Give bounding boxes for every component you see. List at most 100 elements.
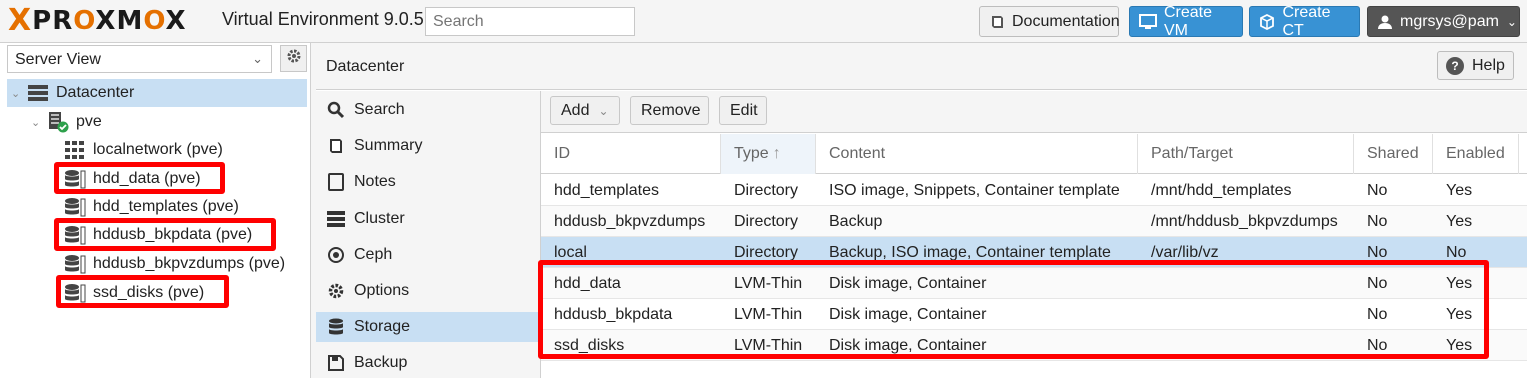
highlight-box	[54, 218, 276, 251]
create-ct-button[interactable]: Create CT	[1249, 3, 1360, 39]
column-header-enabled[interactable]: Enabled	[1433, 134, 1519, 174]
column-header-id[interactable]: ID	[541, 134, 721, 174]
column-header-content[interactable]: Content	[816, 134, 1138, 174]
top-bar: X PROXMOX Virtual Environment 9.0.5 Docu…	[0, 0, 1527, 43]
highlight-box	[56, 275, 229, 308]
tree-node-label: pve	[76, 113, 102, 130]
cell-type: Directory	[734, 212, 799, 230]
nav-item-ceph[interactable]: Ceph	[316, 240, 541, 270]
logo-wordmark: PROXMOX	[32, 6, 187, 36]
column-header-path[interactable]: Path/Target	[1138, 134, 1354, 174]
tree-node-label: hdd_templates (pve)	[93, 198, 239, 215]
view-select-value: Server View	[15, 51, 101, 68]
proxmox-logo[interactable]: X PROXMOX	[8, 3, 187, 38]
server-rack-icon	[27, 82, 49, 104]
product-title: Virtual Environment 9.0.5	[222, 9, 424, 29]
chevron-down-icon: ⌄	[252, 51, 263, 66]
tree-node-localnetwork[interactable]: localnetwork (pve)	[64, 136, 223, 164]
tree-node-hddusb-bkpvzdumps[interactable]: hddusb_bkpvzdumps (pve)	[64, 250, 285, 278]
highlight-box	[54, 162, 225, 194]
chevron-down-icon: ⌄	[598, 103, 609, 118]
search-input[interactable]	[425, 7, 635, 36]
resource-tree-panel: Server View ⌄ ⌄ Datacenter ⌄ pve localne…	[0, 43, 311, 378]
nav-item-label: Ceph	[354, 246, 393, 263]
cell-enabled: Yes	[1446, 181, 1473, 199]
user-menu-button[interactable]: mgrsys@pam ⌄	[1367, 6, 1520, 37]
collapse-icon[interactable]: ⌄	[11, 87, 23, 100]
nav-item-label: Storage	[354, 318, 411, 335]
monitor-icon	[1139, 13, 1157, 31]
nav-item-storage[interactable]: Storage	[316, 312, 541, 342]
tree-node-label: Datacenter	[56, 84, 135, 101]
nav-item-summary[interactable]: Summary	[316, 131, 541, 161]
nav-item-cluster[interactable]: Cluster	[316, 204, 541, 234]
datacenter-nav-menu: Search Summary Notes Cluster Ceph Option…	[316, 91, 541, 378]
content-header: Datacenter ? Help	[316, 43, 1527, 90]
cell-id: hdd_templates	[554, 181, 659, 199]
floppy-icon	[326, 353, 346, 373]
documentation-button[interactable]: Documentation	[979, 6, 1120, 37]
view-select[interactable]: Server View ⌄	[7, 45, 272, 73]
documentation-label: Documentation	[1012, 12, 1120, 30]
nav-item-search[interactable]: Search	[316, 95, 541, 125]
nav-item-label: Notes	[354, 173, 396, 190]
tree-node-label: localnetwork (pve)	[93, 141, 223, 158]
cell-shared: No	[1367, 212, 1388, 230]
tree-node-pve[interactable]: ⌄ pve	[31, 108, 102, 136]
page-title: Datacenter	[326, 58, 405, 75]
nav-item-label: Options	[354, 282, 410, 299]
help-label: Help	[1472, 56, 1505, 74]
table-row[interactable]: hdd_templates Directory ISO image, Snipp…	[541, 175, 1527, 206]
database-icon	[64, 253, 86, 275]
sort-ascending-icon: ↑	[772, 145, 781, 162]
user-label: mgrsys@pam	[1400, 12, 1499, 30]
nav-item-options[interactable]: Options	[316, 276, 541, 306]
user-icon	[1377, 13, 1393, 31]
cell-id: hddusb_bkpvzdumps	[554, 212, 706, 230]
tree-node-datacenter[interactable]: ⌄ Datacenter	[7, 79, 307, 107]
cell-enabled: Yes	[1446, 212, 1473, 230]
database-icon	[64, 196, 86, 218]
help-button[interactable]: ? Help	[1437, 51, 1514, 80]
nav-item-notes[interactable]: Notes	[316, 167, 541, 197]
add-button[interactable]: Add ⌄	[550, 96, 620, 125]
create-ct-label: Create CT	[1282, 3, 1331, 39]
nav-item-backup[interactable]: Backup	[316, 348, 541, 378]
add-label: Add	[561, 101, 590, 119]
tree-node-hdd-templates[interactable]: hdd_templates (pve)	[64, 193, 239, 221]
content-panel: Datacenter ? Help Search Summary Notes C…	[316, 43, 1527, 378]
nav-item-label: Backup	[354, 354, 408, 371]
database-icon	[326, 317, 346, 337]
column-header-type[interactable]: Type ↑	[721, 134, 816, 174]
column-header-shared[interactable]: Shared	[1354, 134, 1433, 174]
cell-content: Backup	[829, 212, 883, 230]
nav-item-label: Summary	[354, 137, 423, 154]
book-icon	[326, 136, 346, 156]
cube-icon	[1259, 13, 1275, 31]
nav-item-label: Cluster	[354, 210, 405, 227]
create-vm-button[interactable]: Create VM	[1129, 4, 1243, 39]
remove-button[interactable]: Remove	[630, 96, 709, 125]
search-icon	[326, 100, 346, 120]
grid-icon	[64, 139, 86, 161]
ceph-icon	[326, 245, 346, 265]
logo-mark: X	[8, 3, 32, 38]
collapse-icon[interactable]: ⌄	[31, 116, 43, 129]
highlight-box	[538, 260, 1489, 359]
edit-button[interactable]: Edit	[719, 96, 767, 125]
tree-node-label: hddusb_bkpvzdumps (pve)	[93, 255, 286, 272]
table-row[interactable]: hddusb_bkpvzdumps Directory Backup /mnt/…	[541, 206, 1527, 237]
cell-path: /mnt/hddusb_bkpvzdumps	[1151, 212, 1338, 230]
cell-content: ISO image, Snippets, Container template	[829, 181, 1120, 199]
storage-toolbar: Add ⌄ Remove Edit	[541, 91, 1527, 133]
tree-settings-button[interactable]	[280, 45, 307, 72]
cell-type: Directory	[734, 181, 799, 199]
nav-item-label: Search	[354, 101, 405, 118]
cell-path: /mnt/hdd_templates	[1151, 181, 1292, 199]
grid-header: ID Type ↑ Content Path/Target Shared Enab…	[541, 134, 1527, 174]
notes-icon	[326, 172, 346, 192]
cell-shared: No	[1367, 181, 1388, 199]
book-icon	[989, 13, 1005, 31]
chevron-down-icon: ⌄	[1506, 14, 1517, 29]
gear-icon	[286, 48, 302, 69]
